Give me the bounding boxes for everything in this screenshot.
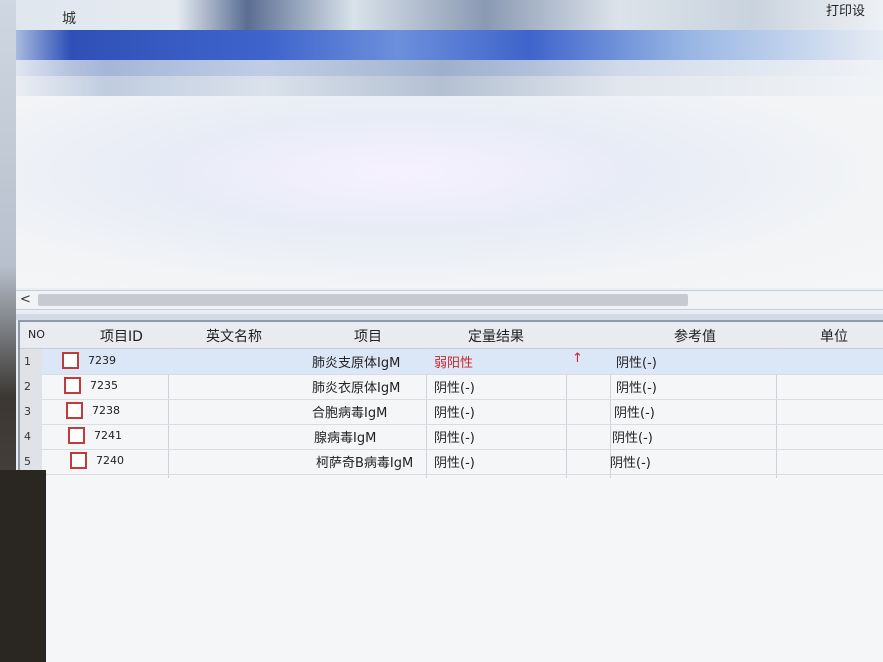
screen: 城 打印设 < NO 项目ID 英文名称 项目 定量结果 参考值 单位 1 72… <box>0 0 883 662</box>
result-cell: 阴性(-) <box>434 431 475 446</box>
item-id-cell: 7238 <box>92 404 120 417</box>
row-checkbox[interactable] <box>70 452 87 469</box>
col-english-name[interactable]: 英文名称 <box>206 326 262 346</box>
table-row[interactable]: 2 7235 肺炎衣原体IgM 阴性(-) 阴性(-) <box>20 374 883 400</box>
col-unit[interactable]: 单位 <box>820 326 848 346</box>
horizontal-scrollbar[interactable]: < <box>16 290 883 310</box>
monitor-bezel-corner <box>0 470 46 662</box>
window-title: 城 <box>62 11 76 27</box>
col-item[interactable]: 项目 <box>354 326 382 346</box>
item-cell: 腺病毒IgM <box>314 431 377 446</box>
reference-cell: 阴性(-) <box>614 406 655 421</box>
item-cell: 肺炎支原体IgM <box>312 356 401 371</box>
row-checkbox[interactable] <box>66 402 83 419</box>
row-number: 3 <box>20 399 42 424</box>
toolbar-lower <box>0 60 883 96</box>
item-id-cell: 7241 <box>94 429 122 442</box>
table-row[interactable]: 5 7240 柯萨奇B病毒IgM 阴性(-) 阴性(-) <box>20 449 883 475</box>
print-settings-menu[interactable]: 打印设 <box>826 0 865 19</box>
table-row[interactable]: 4 7241 腺病毒IgM 阴性(-) 阴性(-) <box>20 424 883 450</box>
table-row[interactable]: 3 7238 合胞病毒IgM 阴性(-) 阴性(-) <box>20 399 883 425</box>
result-cell: 阴性(-) <box>434 381 475 396</box>
reference-cell: 阴性(-) <box>610 456 651 471</box>
col-reference[interactable]: 参考值 <box>674 326 716 346</box>
table-row[interactable]: 1 7239 肺炎支原体IgM 弱阳性 ↑ 阴性(-) <box>20 349 883 375</box>
result-cell: 阴性(-) <box>434 456 475 471</box>
scroll-thumb[interactable] <box>38 294 688 306</box>
col-no[interactable]: NO <box>28 328 45 341</box>
item-id-cell: 7235 <box>90 379 118 392</box>
grid-header: NO 项目ID 英文名称 项目 定量结果 参考值 单位 <box>20 322 883 349</box>
row-number: 2 <box>20 374 42 399</box>
item-cell: 柯萨奇B病毒IgM <box>316 456 414 471</box>
up-arrow-icon: ↑ <box>572 351 583 366</box>
reference-cell: 阴性(-) <box>616 356 657 371</box>
col-item-id[interactable]: 项目ID <box>100 326 143 346</box>
row-number: 1 <box>20 349 42 374</box>
result-grid: NO 项目ID 英文名称 项目 定量结果 参考值 单位 1 7239 肺炎支原体… <box>18 320 883 662</box>
row-checkbox[interactable] <box>64 377 81 394</box>
row-checkbox[interactable] <box>68 427 85 444</box>
title-bar: 城 打印设 <box>0 0 883 30</box>
reference-cell: 阴性(-) <box>616 381 657 396</box>
col-quant-result[interactable]: 定量结果 <box>468 326 524 346</box>
upper-list-pane <box>4 96 883 288</box>
item-id-cell: 7239 <box>88 354 116 367</box>
result-cell: 阴性(-) <box>434 406 475 421</box>
scroll-left-icon[interactable]: < <box>20 291 31 309</box>
item-cell: 肺炎衣原体IgM <box>312 381 401 396</box>
item-cell: 合胞病毒IgM <box>312 406 388 421</box>
row-checkbox[interactable] <box>62 352 79 369</box>
reference-cell: 阴性(-) <box>612 431 653 446</box>
row-number: 4 <box>20 424 42 449</box>
item-id-cell: 7240 <box>96 454 124 467</box>
result-cell: 弱阳性 <box>434 356 474 371</box>
